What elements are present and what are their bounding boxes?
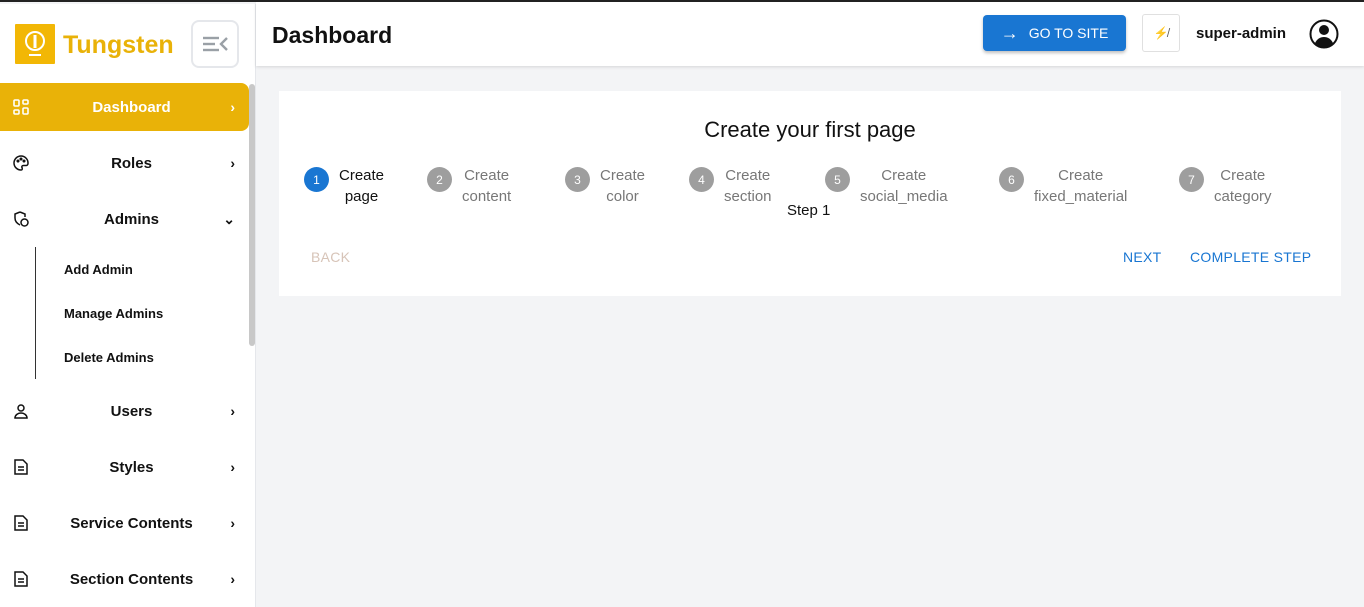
sidebar-item-styles[interactable]: Styles ›	[0, 443, 249, 491]
step-2: 2 Create content	[427, 165, 511, 207]
chevron-down-icon: ⌄	[223, 210, 235, 227]
sidebar-item-service-contents[interactable]: Service Contents ›	[0, 499, 249, 547]
step-label-line2: section	[724, 188, 772, 205]
step-3: 3 Create color	[565, 165, 645, 207]
sidebar-item-dashboard[interactable]: Dashboard ›	[0, 83, 249, 131]
sidebar-item-section-contents[interactable]: Section Contents ›	[0, 555, 249, 603]
document-icon	[12, 458, 30, 476]
sidebar-item-admins[interactable]: Admins ⌄	[0, 195, 249, 243]
step-number: 2	[427, 167, 452, 192]
step-label-line1: Create	[881, 167, 927, 184]
step-number: 5	[825, 167, 850, 192]
stepper-title: Create your first page	[704, 117, 916, 142]
translate-button[interactable]: ⚡̸	[1142, 14, 1180, 52]
go-to-site-button[interactable]: → GO TO SITE	[983, 15, 1126, 51]
document-icon	[12, 514, 30, 532]
brand-logo	[15, 24, 55, 64]
step-label-line2: fixed_material	[1034, 188, 1128, 205]
step-label-line1: Create	[725, 167, 771, 184]
step-label-line2: social_media	[860, 188, 948, 205]
document-icon	[12, 570, 30, 588]
chevron-right-icon: ›	[230, 515, 235, 531]
sidebar-item-label: Styles	[109, 458, 154, 476]
step-label-line2: category	[1214, 188, 1272, 205]
step-label-line2: content	[462, 188, 512, 205]
menu-collapse-icon	[203, 36, 228, 52]
step-label-line1: Create	[339, 167, 385, 184]
dashboard-icon	[12, 98, 30, 116]
sidebar-item-label: Service Contents	[70, 514, 193, 532]
step-label: Create page	[339, 165, 384, 207]
step-6: 6 Create fixed_material	[999, 165, 1127, 207]
sidebar: Tungsten Dashboard › Roles › Admins ⌄ Ad…	[0, 4, 256, 607]
brand-name: Tungsten	[63, 31, 174, 59]
sidebar-item-label: Users	[110, 402, 153, 420]
sidebar-item-roles[interactable]: Roles ›	[0, 139, 249, 187]
step-label: Create section	[724, 165, 772, 207]
step-1: 1 Create page	[304, 165, 384, 207]
step-label-line2: color	[606, 188, 639, 205]
step-label-line2: page	[344, 188, 379, 205]
back-button[interactable]: BACK	[311, 249, 350, 265]
chevron-right-icon: ›	[230, 99, 235, 115]
sidebar-scrollbar[interactable]	[249, 84, 255, 346]
user-icon	[12, 402, 30, 420]
sidebar-item-label: Roles	[111, 154, 152, 172]
avatar-icon[interactable]	[1309, 19, 1339, 49]
sidebar-item-users[interactable]: Users ›	[0, 387, 249, 435]
step-4: 4 Create section	[689, 165, 772, 207]
next-button[interactable]: NEXT	[1123, 249, 1162, 265]
admin-shield-icon	[12, 210, 30, 228]
step-number: 7	[1179, 167, 1204, 192]
top-header: Dashboard → GO TO SITE ⚡̸ super-admin	[256, 2, 1364, 66]
step-number: 4	[689, 167, 714, 192]
step-number: 6	[999, 167, 1024, 192]
step-7: 7 Create category	[1179, 165, 1272, 207]
step-label: Create fixed_material	[1034, 165, 1127, 207]
step-label: Create category	[1214, 165, 1272, 207]
step-label: Create social_media	[860, 165, 948, 207]
step-number: 3	[565, 167, 590, 192]
go-to-site-label: GO TO SITE	[1028, 25, 1109, 41]
chevron-right-icon: ›	[230, 459, 235, 475]
step-label-line1: Create	[1220, 167, 1266, 184]
sidebar-subitem-manage-admins[interactable]: Manage Admins	[64, 306, 163, 321]
complete-step-button[interactable]: COMPLETE STEP	[1190, 249, 1311, 265]
chevron-right-icon: ›	[230, 155, 235, 171]
sidebar-item-label: Admins	[103, 210, 159, 228]
stepper-card: Create your first page 1 Create page 2 Creat…	[279, 91, 1341, 296]
translate-icon: ⚡̸	[1153, 26, 1169, 40]
step-label-line1: Create	[464, 167, 510, 184]
step-5: 5 Create social_media	[825, 165, 948, 207]
chevron-right-icon: ›	[230, 571, 235, 587]
sidebar-collapse-button[interactable]	[191, 20, 239, 68]
step-label-line1: Create	[600, 167, 646, 184]
step-label: Create color	[600, 165, 645, 207]
current-step-text: Step 1	[787, 202, 831, 219]
arrow-right-icon: →	[1000, 22, 1019, 43]
submenu-divider	[35, 247, 36, 379]
chevron-right-icon: ›	[230, 403, 235, 419]
page-title: Dashboard	[272, 22, 393, 48]
sidebar-item-label: Section Contents	[69, 570, 194, 588]
sidebar-subitem-delete-admins[interactable]: Delete Admins	[64, 350, 154, 365]
palette-icon	[12, 154, 30, 172]
sidebar-subitem-add-admin[interactable]: Add Admin	[64, 262, 133, 277]
sidebar-item-label: Dashboard	[92, 98, 171, 116]
username: super-admin	[1196, 25, 1287, 42]
step-number: 1	[304, 167, 329, 192]
step-label-line1: Create	[1058, 167, 1104, 184]
step-label: Create content	[462, 165, 511, 207]
